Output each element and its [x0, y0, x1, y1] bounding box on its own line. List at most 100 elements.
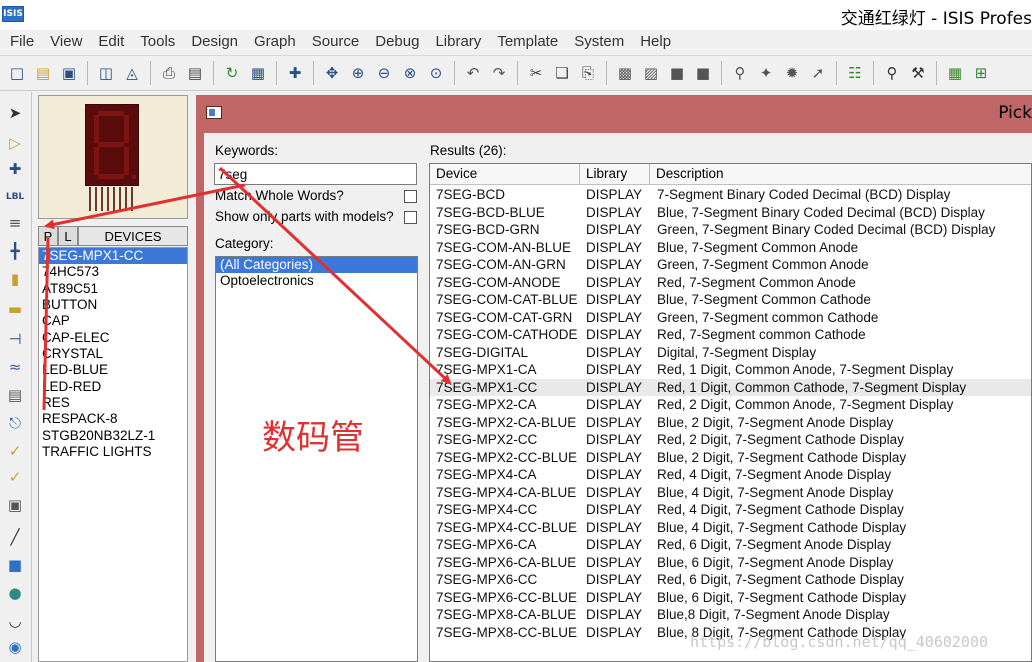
result-row[interactable]: 7SEG-COM-ANODE DISPLAY Red, 7-Segment Comm…: [430, 274, 1031, 292]
block-copy-icon[interactable]: ▩: [614, 62, 636, 84]
make-device-icon[interactable]: ✦: [755, 62, 777, 84]
pick-devices-tab[interactable]: P: [38, 226, 58, 246]
result-row[interactable]: 7SEG-MPX4-CC-BLUE DISPLAY Blue, 4 Digit, 7…: [430, 519, 1031, 537]
block-delete-icon[interactable]: ■: [692, 62, 714, 84]
result-row[interactable]: 7SEG-MPX4-CA DISPLAY Red, 4 Digit, 7-Segme…: [430, 466, 1031, 484]
column-header-device[interactable]: Device: [430, 164, 580, 185]
device-list-item[interactable]: STGB20NB32LZ-1: [39, 428, 187, 444]
zoom-area-icon[interactable]: ⊙: [425, 62, 447, 84]
bill-icon[interactable]: ⊞: [970, 62, 992, 84]
result-row[interactable]: 7SEG-COM-AN-GRN DISPLAY Green, 7-Segment C…: [430, 256, 1031, 274]
text-script-icon[interactable]: ≡: [4, 212, 26, 234]
block-rotate-icon[interactable]: ■: [666, 62, 688, 84]
graph-icon[interactable]: ≈: [4, 356, 26, 378]
device-list-item[interactable]: AT89C51: [39, 281, 187, 297]
netlist-icon[interactable]: ▦: [944, 62, 966, 84]
menu-help[interactable]: Help: [632, 33, 679, 50]
device-pin-icon[interactable]: ⊣: [4, 328, 26, 350]
result-row[interactable]: 7SEG-COM-CAT-BLUE DISPLAY Blue, 7-Segment …: [430, 291, 1031, 309]
pick-devices-titlebar[interactable]: Pick: [196, 95, 1032, 133]
wire-label-icon[interactable]: LBL: [4, 186, 26, 208]
column-header-description[interactable]: Description: [650, 164, 1031, 185]
open-folder-icon[interactable]: ▤: [32, 62, 54, 84]
result-row[interactable]: 7SEG-MPX6-CA DISPLAY Red, 6 Digit, 7-Segme…: [430, 536, 1031, 554]
decompose-icon[interactable]: ➚: [807, 62, 829, 84]
line-icon[interactable]: ╱: [4, 526, 26, 548]
result-row[interactable]: 7SEG-COM-CATHODE DISPLAY Red, 7-Segment co…: [430, 326, 1031, 344]
pick-device-icon[interactable]: ⚲: [729, 62, 751, 84]
origin-icon[interactable]: ✚: [284, 62, 306, 84]
voltage-probe-icon[interactable]: ✓: [4, 440, 26, 462]
device-list[interactable]: 7SEG-MPX1-CC 74HC573 AT89C51 BUTTON CAP CAP-E…: [38, 247, 188, 662]
result-row[interactable]: 7SEG-MPX2-CA DISPLAY Red, 2 Digit, Common …: [430, 396, 1031, 414]
property-tool-icon[interactable]: ⚒: [907, 62, 929, 84]
device-list-item[interactable]: CAP: [39, 313, 187, 329]
wire-autorouter-icon[interactable]: ☷: [844, 62, 866, 84]
result-row[interactable]: 7SEG-MPX2-CC-BLUE DISPLAY Blue, 2 Digit, 7…: [430, 449, 1031, 467]
device-list-item[interactable]: LED-BLUE: [39, 362, 187, 378]
zoom-all-icon[interactable]: ⊗: [399, 62, 421, 84]
result-row[interactable]: 7SEG-MPX4-CA-BLUE DISPLAY Blue, 4 Digit, 7…: [430, 484, 1031, 502]
category-item[interactable]: Optoelectronics: [216, 273, 417, 289]
match-whole-words-checkbox[interactable]: [404, 190, 417, 203]
print-icon[interactable]: ⎙: [158, 62, 180, 84]
block-move-icon[interactable]: ▨: [640, 62, 662, 84]
tape-recorder-icon[interactable]: ▤: [4, 384, 26, 406]
paste-icon[interactable]: ⎘: [577, 62, 599, 84]
result-row[interactable]: 7SEG-MPX6-CA-BLUE DISPLAY Blue, 6 Digit, 7…: [430, 554, 1031, 572]
result-row[interactable]: 7SEG-BCD-GRN DISPLAY Green, 7-Segment Bina…: [430, 221, 1031, 239]
new-file-icon[interactable]: □: [6, 62, 28, 84]
device-list-item[interactable]: 7SEG-MPX1-CC: [39, 248, 187, 265]
box-icon[interactable]: ■: [4, 554, 26, 576]
result-row[interactable]: 7SEG-MPX2-CA-BLUE DISPLAY Blue, 2 Digit, 7…: [430, 414, 1031, 432]
result-row[interactable]: 7SEG-MPX4-CC DISPLAY Red, 4 Digit, 7-Segme…: [430, 501, 1031, 519]
generator-icon[interactable]: ⎋: [4, 412, 26, 434]
result-row[interactable]: 7SEG-BCD DISPLAY 7-Segment Binary Coded De…: [430, 186, 1031, 204]
results-table[interactable]: Device Library Description 7SEG-BCD DISPL…: [429, 163, 1032, 662]
cut-icon[interactable]: ✂: [525, 62, 547, 84]
library-manager-tab[interactable]: L: [58, 226, 78, 246]
search-tag-icon[interactable]: ⚲: [881, 62, 903, 84]
save-icon[interactable]: ▣: [58, 62, 80, 84]
zoom-out-icon[interactable]: ⊖: [373, 62, 395, 84]
menu-system[interactable]: System: [566, 33, 632, 50]
result-row[interactable]: 7SEG-BCD-BLUE DISPLAY Blue, 7-Segment Bina…: [430, 204, 1031, 222]
device-list-item[interactable]: RES: [39, 395, 187, 411]
device-list-item[interactable]: 74HC573: [39, 264, 187, 280]
copy-icon[interactable]: ❏: [551, 62, 573, 84]
menu-graph[interactable]: Graph: [246, 33, 304, 50]
current-probe-icon[interactable]: ✓: [4, 466, 26, 488]
result-row[interactable]: 7SEG-MPX1-CA DISPLAY Red, 1 Digit, Common …: [430, 361, 1031, 379]
result-row[interactable]: 7SEG-DIGITAL DISPLAY Digital, 7-Segment Di…: [430, 344, 1031, 362]
device-list-item[interactable]: BUTTON: [39, 297, 187, 313]
column-header-library[interactable]: Library: [580, 164, 650, 185]
result-row[interactable]: 7SEG-MPX8-CA-BLUE DISPLAY Blue,8 Digit, 7-…: [430, 606, 1031, 624]
device-list-item[interactable]: RESPACK-8: [39, 411, 187, 427]
menu-library[interactable]: Library: [427, 33, 489, 50]
terminal-icon[interactable]: ▬: [4, 298, 26, 320]
subcircuit-icon[interactable]: ▮: [4, 268, 26, 290]
export-icon[interactable]: ◬: [121, 62, 143, 84]
result-row[interactable]: 7SEG-MPX6-CC-BLUE DISPLAY Blue, 6 Digit, 7…: [430, 589, 1031, 607]
menu-tools[interactable]: Tools: [132, 33, 183, 50]
result-row[interactable]: 7SEG-COM-AN-BLUE DISPLAY Blue, 7-Segment C…: [430, 239, 1031, 257]
device-list-item[interactable]: CAP-ELEC: [39, 330, 187, 346]
bus-icon[interactable]: ╋: [4, 240, 26, 262]
refresh-icon[interactable]: ↻: [221, 62, 243, 84]
path-icon[interactable]: ◉: [4, 636, 26, 658]
device-list-item[interactable]: LED-RED: [39, 379, 187, 395]
menu-edit[interactable]: Edit: [90, 33, 132, 50]
device-list-item[interactable]: TRAFFIC LIGHTS: [39, 444, 187, 460]
category-item[interactable]: (All Categories): [216, 257, 417, 273]
menu-source[interactable]: Source: [304, 33, 368, 50]
menu-template[interactable]: Template: [489, 33, 566, 50]
circle-icon[interactable]: ●: [4, 582, 26, 604]
show-only-models-checkbox[interactable]: [404, 211, 417, 224]
menu-debug[interactable]: Debug: [367, 33, 427, 50]
device-list-item[interactable]: CRYSTAL: [39, 346, 187, 362]
pan-icon[interactable]: ✥: [321, 62, 343, 84]
zoom-in-icon[interactable]: ⊕: [347, 62, 369, 84]
virtual-instrument-icon[interactable]: ▣: [4, 494, 26, 516]
result-row[interactable]: 7SEG-MPX1-CC DISPLAY Red, 1 Digit, Common …: [430, 378, 1031, 396]
result-row[interactable]: 7SEG-MPX2-CC DISPLAY Red, 2 Digit, 7-Segme…: [430, 431, 1031, 449]
